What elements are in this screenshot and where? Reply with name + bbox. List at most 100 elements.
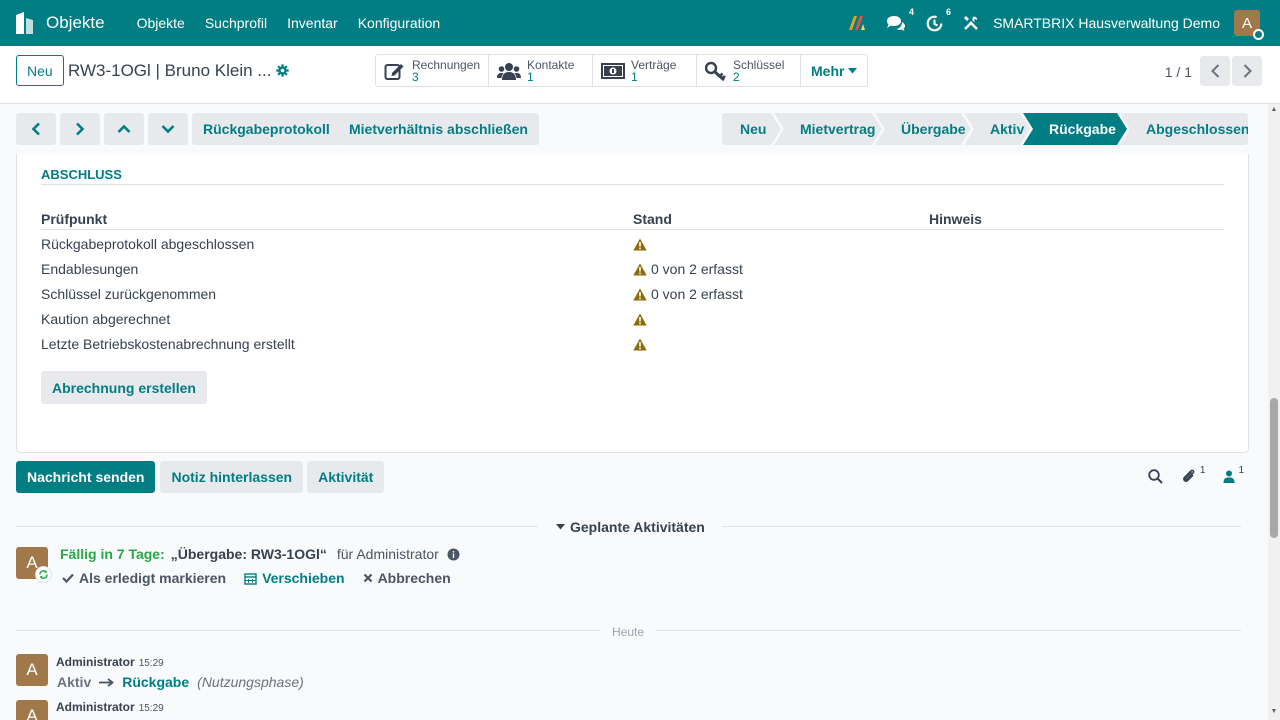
rueckgabeprotokoll-button[interactable]: Rückgabeprotokoll bbox=[192, 113, 341, 145]
company-switcher[interactable]: SMARTBRIX Hausverwaltung Demo bbox=[993, 15, 1220, 31]
stage-mietvertrag[interactable]: Mietvertrag bbox=[774, 113, 882, 145]
mietverhaeltnis-abschliessen-button[interactable]: Mietverhältnis abschließen bbox=[338, 113, 539, 145]
stage-rueckgabe[interactable]: Rückgabe bbox=[1023, 113, 1127, 145]
reschedule-button[interactable]: Verschieben bbox=[244, 570, 345, 586]
check-label: Letzte Betriebskostenabrechnung erstellt bbox=[41, 336, 295, 352]
users-icon bbox=[497, 61, 521, 81]
form-sheet: ABSCHLUSS Prüfpunkt Stand Hinweis Rückga… bbox=[16, 154, 1249, 453]
app-title: Objekte bbox=[46, 13, 105, 32]
smart-button-label: Schlüssel bbox=[733, 57, 785, 72]
message-author[interactable]: Administrator bbox=[56, 700, 135, 714]
message-header: Administrator 15:29 bbox=[56, 655, 164, 669]
more-dropdown-button[interactable]: Mehr bbox=[801, 55, 867, 86]
move-down-button[interactable] bbox=[148, 113, 188, 145]
tracking-value: Aktiv Rückgabe (Nutzungsphase) bbox=[57, 674, 304, 690]
chatter-topbar: Nachricht senden Notiz hinterlassen Akti… bbox=[16, 461, 388, 493]
abrechnung-erstellen-button[interactable]: Abrechnung erstellen bbox=[41, 371, 207, 404]
smart-button-vertraege[interactable]: Verträge 1 bbox=[593, 55, 697, 86]
menu-konfiguration[interactable]: Konfiguration bbox=[348, 0, 451, 46]
move-up-button[interactable] bbox=[104, 113, 144, 145]
today-divider-left bbox=[16, 630, 600, 631]
activity-summary: Fällig in 7 Tage: „Übergabe: RW3-1OGl“ für… bbox=[60, 546, 460, 562]
old-value: Aktiv bbox=[57, 674, 92, 690]
search-icon bbox=[1148, 468, 1163, 484]
cancel-activity-button[interactable]: Abbrechen bbox=[363, 570, 451, 586]
planned-activities-toggle[interactable]: Geplante Aktivitäten bbox=[556, 519, 705, 535]
section-divider bbox=[41, 184, 1224, 185]
smart-button-rechnungen[interactable]: Rechnungen 3 bbox=[376, 55, 489, 86]
info-circle-icon[interactable] bbox=[447, 548, 460, 561]
next-record-button[interactable] bbox=[60, 113, 100, 145]
close-icon bbox=[363, 573, 372, 583]
stage-abgeschlossen[interactable]: Abgeschlossen bbox=[1120, 113, 1248, 145]
money-icon bbox=[601, 62, 625, 80]
followers-button[interactable]: 1 bbox=[1223, 465, 1244, 483]
warning-icon bbox=[633, 338, 647, 351]
search-messages-button[interactable] bbox=[1148, 468, 1163, 484]
attachments-button[interactable]: 1 bbox=[1181, 465, 1205, 484]
user-avatar-letter: A bbox=[1241, 14, 1252, 32]
chevron-right-icon bbox=[1243, 64, 1252, 78]
schedule-activity-button[interactable]: Aktivität bbox=[307, 461, 385, 493]
chevron-up-icon bbox=[117, 124, 131, 133]
app-brand[interactable]: Objekte bbox=[0, 0, 105, 46]
new-record-button[interactable]: Neu bbox=[16, 55, 64, 86]
smart-button-schluessel[interactable]: Schlüssel 2 bbox=[697, 55, 801, 86]
smart-button-kontakte[interactable]: Kontakte 1 bbox=[489, 55, 593, 86]
form-statusbar: Rückgabeprotokoll Mietverhältnis abschli… bbox=[16, 113, 1248, 147]
stage-uebergabe[interactable]: Übergabe bbox=[875, 113, 971, 145]
form-view: Rückgabeprotokoll Mietverhältnis abschli… bbox=[0, 104, 1268, 720]
message-avatar: A bbox=[16, 654, 48, 686]
mark-done-button[interactable]: Als erledigt markieren bbox=[62, 570, 226, 586]
stage-neu[interactable]: Neu bbox=[722, 113, 781, 145]
activity-type-badge bbox=[35, 566, 52, 583]
column-header-pruefpunkt: Prüfpunkt bbox=[41, 211, 108, 227]
smart-buttons: Rechnungen 3 Kontakte 1 Verträge 1 Schlüsse… bbox=[375, 54, 869, 87]
gear-icon[interactable] bbox=[276, 64, 289, 80]
cancel-label: Abbrechen bbox=[377, 570, 451, 586]
smart-button-label: Rechnungen bbox=[412, 57, 481, 72]
state-cell: 0 von 2 erfasst bbox=[633, 261, 743, 277]
send-message-button[interactable]: Nachricht senden bbox=[16, 461, 156, 493]
stage-aktiv[interactable]: Aktiv bbox=[964, 113, 1030, 145]
colored-logo-icon[interactable] bbox=[848, 15, 866, 31]
user-avatar[interactable]: A bbox=[1234, 10, 1264, 40]
caret-down-icon bbox=[556, 524, 565, 530]
message-author[interactable]: Administrator bbox=[56, 655, 135, 669]
column-header-stand: Stand bbox=[633, 211, 672, 227]
pager-previous-button[interactable] bbox=[1200, 56, 1230, 86]
scrollbar-thumb[interactable] bbox=[1270, 398, 1278, 538]
header-divider bbox=[41, 229, 1224, 230]
smart-button-count: 1 bbox=[527, 69, 534, 84]
activity-assignee: für Administrator bbox=[336, 546, 439, 562]
scroll-down-arrow-icon[interactable]: ▼ bbox=[1270, 708, 1278, 716]
state-text: 0 von 2 erfasst bbox=[651, 261, 743, 277]
calendar-icon bbox=[244, 572, 257, 585]
vertical-scrollbar[interactable]: ▲ ▼ bbox=[1268, 104, 1280, 720]
pager-next-button[interactable] bbox=[1232, 56, 1262, 86]
key-icon bbox=[705, 61, 727, 81]
chatter-tools: 1 1 bbox=[1130, 465, 1244, 484]
new-value: Rückgabe bbox=[122, 674, 190, 690]
chat-bubbles-icon[interactable]: 4 bbox=[886, 7, 914, 31]
message-avatar: A bbox=[16, 700, 48, 720]
reschedule-label: Verschieben bbox=[262, 570, 345, 586]
arrow-right-icon bbox=[99, 677, 115, 687]
activity-clock-icon[interactable]: 6 bbox=[926, 7, 951, 32]
field-name: (Nutzungsphase) bbox=[197, 674, 304, 690]
table-row: Rückgabeprotokoll abgeschlossen bbox=[41, 232, 1224, 257]
message-header: Administrator 15:29 bbox=[56, 700, 164, 714]
activity-actions: Als erledigt markieren Verschieben Abbre… bbox=[62, 570, 469, 586]
log-note-button[interactable]: Notiz hinterlassen bbox=[160, 461, 304, 493]
warning-icon bbox=[633, 313, 647, 326]
smart-button-label: Kontakte bbox=[527, 57, 575, 72]
menu-suchprofil[interactable]: Suchprofil bbox=[195, 0, 277, 46]
activity-due: Fällig in 7 Tage: bbox=[60, 546, 165, 562]
tools-icon[interactable] bbox=[963, 15, 979, 31]
top-navbar: Objekte Objekte Suchprofil Inventar Konf… bbox=[0, 0, 1280, 46]
scroll-up-arrow-icon[interactable]: ▲ bbox=[1270, 106, 1278, 114]
menu-inventar[interactable]: Inventar bbox=[277, 0, 348, 46]
previous-record-button[interactable] bbox=[16, 113, 56, 145]
pager-value[interactable]: 1 / 1 bbox=[1165, 64, 1192, 80]
menu-objekte[interactable]: Objekte bbox=[127, 0, 195, 46]
